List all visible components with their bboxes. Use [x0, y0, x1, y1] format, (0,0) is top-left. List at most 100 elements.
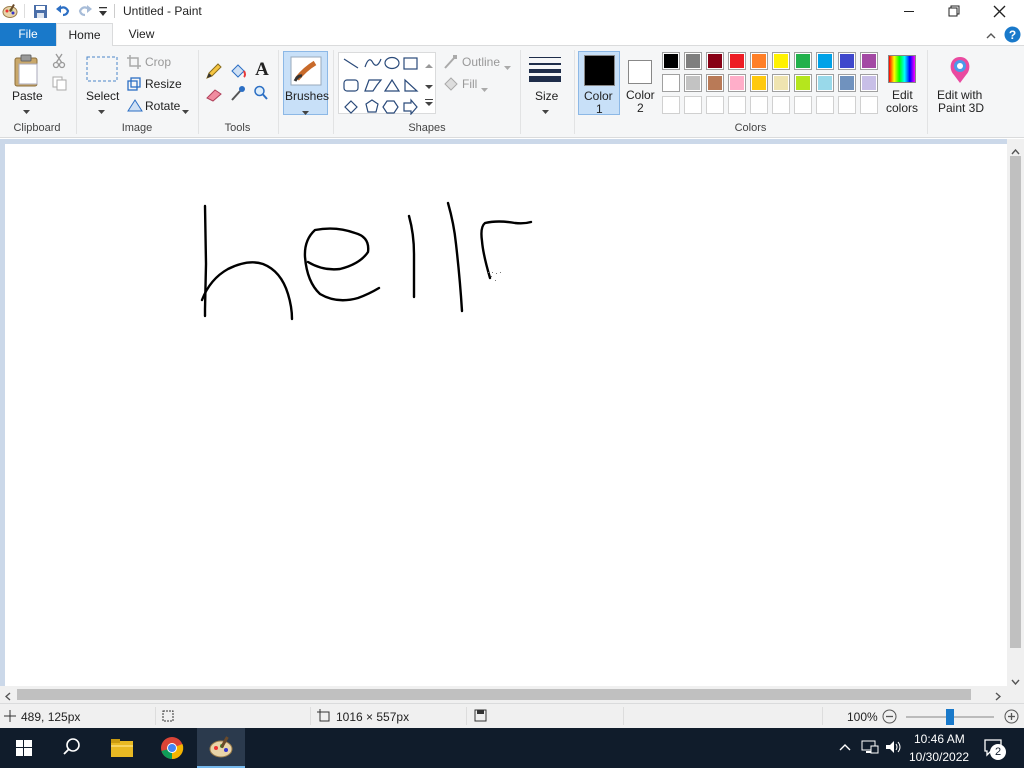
palette-swatch[interactable] [728, 74, 746, 92]
color2-button[interactable]: Color 2 [622, 51, 660, 115]
fill-bucket-icon[interactable] [229, 62, 247, 83]
copy-icon[interactable] [52, 76, 67, 94]
size-dropdown-icon[interactable] [542, 104, 549, 118]
color-picker-icon[interactable] [230, 84, 246, 105]
palette-swatch[interactable] [816, 52, 834, 70]
pencil-icon[interactable] [205, 62, 223, 83]
close-button[interactable] [978, 0, 1024, 23]
zoom-slider-thumb[interactable] [946, 709, 954, 725]
redo-icon[interactable] [77, 3, 93, 22]
tab-view[interactable]: View [113, 23, 170, 46]
size-icon[interactable] [529, 55, 563, 86]
outline-button[interactable]: Outline [462, 55, 500, 69]
customize-qat-icon[interactable] [98, 6, 108, 21]
crop-button[interactable]: Crop [145, 55, 171, 69]
volume-icon[interactable] [885, 739, 903, 758]
paste-icon[interactable] [13, 54, 41, 91]
rotate-icon[interactable] [127, 98, 143, 115]
palette-swatch[interactable] [684, 52, 702, 70]
palette-swatch[interactable] [662, 74, 680, 92]
palette-swatch[interactable] [794, 74, 812, 92]
network-icon[interactable] [861, 739, 879, 758]
vertical-scrollbar[interactable] [1007, 139, 1024, 687]
palette-swatch[interactable] [706, 74, 724, 92]
help-icon[interactable]: ? [1004, 26, 1021, 46]
palette-swatch[interactable] [662, 52, 680, 70]
palette-swatch[interactable] [816, 74, 834, 92]
outline-icon[interactable] [443, 54, 459, 73]
start-button[interactable] [0, 728, 48, 768]
palette-swatch[interactable] [794, 96, 812, 114]
palette-swatch[interactable] [816, 96, 834, 114]
show-hidden-icons[interactable] [838, 741, 852, 756]
magnifier-icon[interactable] [253, 84, 269, 105]
fill-icon[interactable] [443, 76, 459, 95]
fill-dropdown-icon[interactable] [481, 82, 488, 96]
outline-dropdown-icon[interactable] [504, 60, 511, 74]
palette-swatch[interactable] [794, 52, 812, 70]
zoom-slider[interactable] [906, 709, 994, 725]
clock-date[interactable]: 10/30/2022 [909, 750, 969, 764]
select-button[interactable]: Select [86, 89, 119, 103]
paint-app-icon[interactable] [2, 3, 18, 19]
eraser-icon[interactable] [205, 86, 223, 105]
tab-home[interactable]: Home [56, 23, 113, 47]
undo-icon[interactable] [55, 3, 71, 22]
palette-swatch[interactable] [728, 96, 746, 114]
paste-dropdown-icon[interactable] [23, 104, 30, 118]
palette-swatch[interactable] [706, 96, 724, 114]
cut-icon[interactable] [52, 53, 66, 72]
edit-with-paint3d-button[interactable]: Edit with Paint 3D [932, 51, 988, 115]
palette-swatch[interactable] [838, 96, 856, 114]
scroll-right-icon[interactable] [995, 690, 1002, 704]
palette-swatch[interactable] [750, 52, 768, 70]
palette-swatch[interactable] [684, 74, 702, 92]
palette-swatch[interactable] [860, 74, 878, 92]
tab-file[interactable]: File [0, 23, 56, 46]
crop-icon[interactable] [127, 55, 141, 72]
minimize-button[interactable] [886, 0, 932, 23]
palette-swatch[interactable] [750, 96, 768, 114]
text-tool-icon[interactable]: A [254, 58, 270, 81]
palette-swatch[interactable] [860, 96, 878, 114]
color1-button[interactable]: Color 1 [578, 51, 620, 116]
select-icon[interactable] [86, 56, 118, 85]
shapes-gallery[interactable] [338, 52, 436, 116]
paste-button[interactable]: Paste [12, 89, 43, 103]
palette-swatch[interactable] [772, 74, 790, 92]
palette-swatch[interactable] [706, 52, 724, 70]
chrome-icon[interactable] [148, 728, 196, 768]
rotate-dropdown-icon[interactable] [182, 104, 189, 118]
rotate-button[interactable]: Rotate [145, 99, 180, 113]
palette-swatch[interactable] [772, 52, 790, 70]
palette-swatch[interactable] [728, 52, 746, 70]
collapse-ribbon-icon[interactable] [985, 29, 997, 43]
zoom-out-button[interactable] [882, 709, 897, 727]
palette-swatch[interactable] [860, 52, 878, 70]
select-dropdown-icon[interactable] [98, 104, 105, 118]
drawing-canvas[interactable] [5, 144, 1008, 687]
palette-swatch[interactable] [772, 96, 790, 114]
brushes-button[interactable]: Brushes [283, 51, 329, 115]
paint-taskbar-button[interactable] [197, 728, 245, 768]
size-button[interactable]: Size [535, 89, 558, 103]
zoom-in-button[interactable] [1004, 709, 1019, 727]
resize-button[interactable]: Resize [145, 77, 182, 91]
palette-swatch[interactable] [684, 96, 702, 114]
palette-swatch[interactable] [838, 74, 856, 92]
scroll-left-icon[interactable] [4, 690, 11, 704]
palette-swatch[interactable] [750, 74, 768, 92]
clock-time[interactable]: 10:46 AM [914, 732, 965, 746]
vertical-scroll-thumb[interactable] [1010, 156, 1021, 648]
resize-icon[interactable] [127, 77, 141, 94]
search-icon[interactable] [48, 728, 96, 768]
shapes-scroll-down-icon[interactable] [425, 79, 433, 93]
fill-button[interactable]: Fill [462, 77, 477, 91]
palette-swatch[interactable] [662, 96, 680, 114]
file-explorer-icon[interactable] [98, 728, 146, 768]
shapes-more-icon[interactable] [425, 97, 433, 111]
horizontal-scrollbar[interactable] [0, 686, 1024, 703]
horizontal-scroll-thumb[interactable] [17, 689, 971, 700]
restore-button[interactable] [932, 0, 978, 23]
save-icon[interactable] [33, 4, 48, 22]
